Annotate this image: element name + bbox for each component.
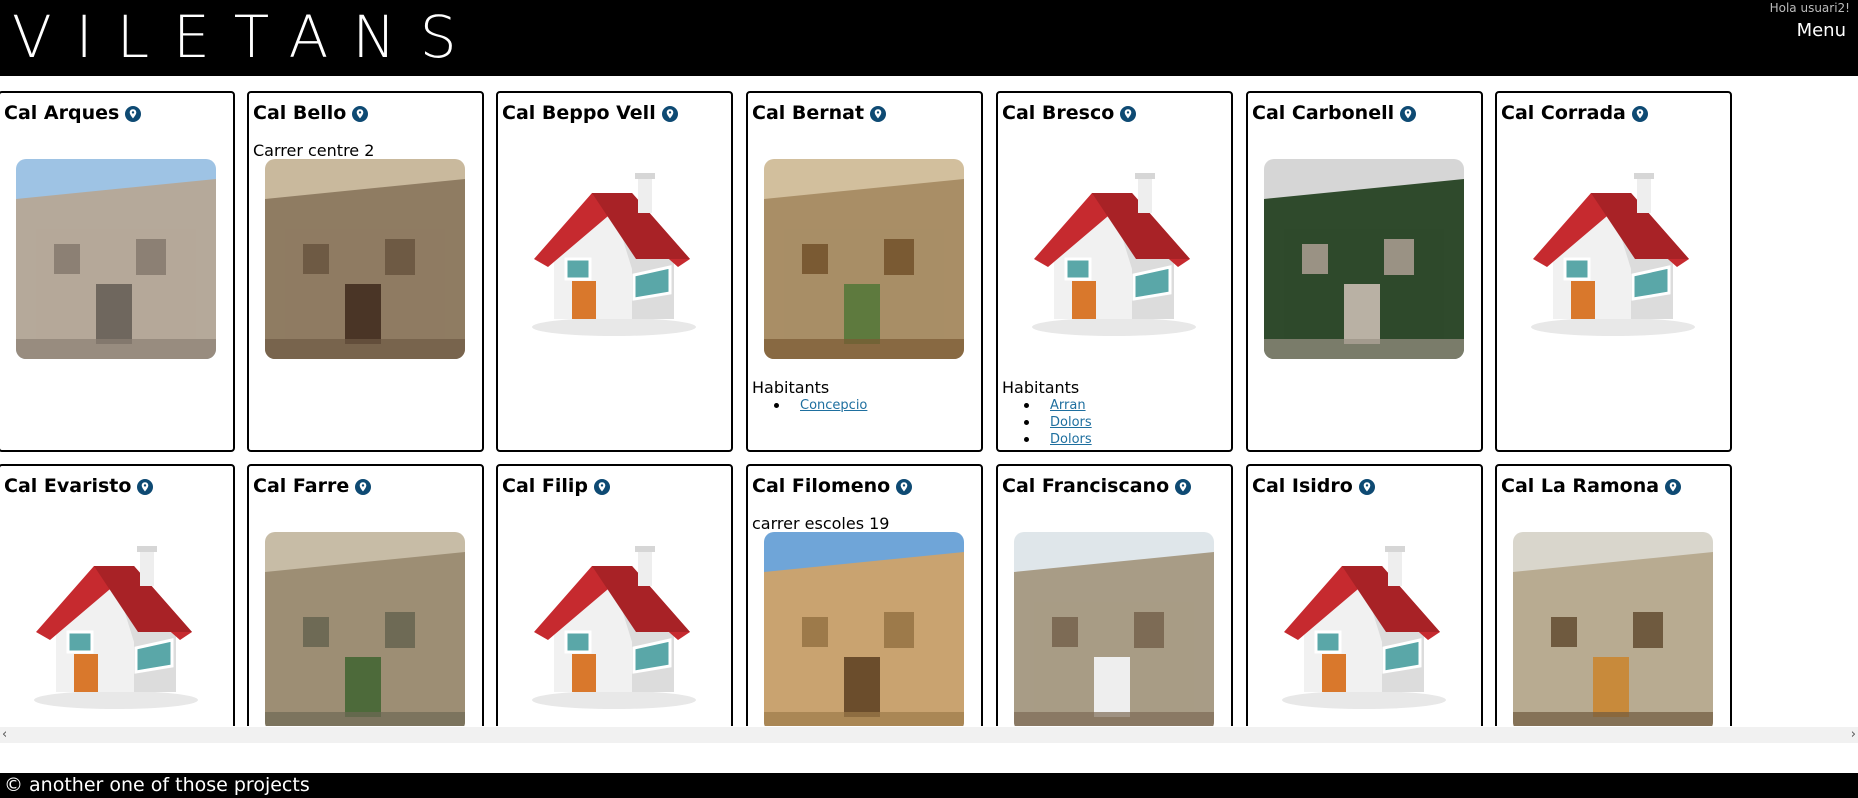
house-name[interactable]: Cal Beppo Vell — [502, 102, 678, 124]
house-address: carrer escoles 19 — [752, 514, 890, 533]
house-name-text: Cal La Ramona — [1501, 475, 1660, 497]
house-address: Carrer centre 2 — [253, 141, 375, 160]
list-item: Dolors — [1024, 414, 1092, 431]
house-name-text: Cal Beppo Vell — [502, 102, 656, 124]
house-name-text: Cal Bresco — [1002, 102, 1115, 124]
house-name[interactable]: Cal Arques — [4, 102, 142, 124]
house-placeholder-icon[interactable] — [514, 159, 714, 359]
scroll-left-icon[interactable]: ‹ — [2, 727, 7, 743]
house-photo[interactable] — [1513, 532, 1713, 726]
house-card[interactable]: Cal Carbonell — [1246, 91, 1483, 452]
list-item: Arran — [1024, 397, 1092, 414]
map-pin-icon[interactable] — [1400, 105, 1417, 122]
list-item: Concepcio — [774, 397, 867, 414]
house-name[interactable]: Cal Bresco — [1002, 102, 1137, 124]
habitants-label: Habitants — [1002, 378, 1080, 397]
map-pin-icon[interactable] — [137, 478, 154, 495]
house-photo[interactable] — [265, 532, 465, 726]
habitant-link[interactable]: Concepcio — [800, 398, 867, 413]
menu-button[interactable]: Menu — [1797, 20, 1846, 41]
footer-text: © another one of those projects — [4, 774, 310, 796]
house-name-text: Cal Isidro — [1252, 475, 1353, 497]
house-name[interactable]: Cal La Ramona — [1501, 475, 1682, 497]
site-logo[interactable]: VILETANS — [12, 4, 481, 70]
house-photo[interactable] — [265, 159, 465, 359]
house-name-text: Cal Corrada — [1501, 102, 1626, 124]
house-name-text: Cal Filip — [502, 475, 589, 497]
house-name-text: Cal Bernat — [752, 102, 865, 124]
house-name[interactable]: Cal Carbonell — [1252, 102, 1417, 124]
house-name[interactable]: Cal Filomeno — [752, 475, 913, 497]
map-pin-icon[interactable] — [870, 105, 887, 122]
map-pin-icon[interactable] — [661, 105, 678, 122]
houses-grid: Cal Arques Cal Bello Carrer centre 2 Cal Be… — [0, 76, 1858, 726]
house-name[interactable]: Cal Franciscano — [1002, 475, 1192, 497]
footer: © another one of those projects — [0, 773, 1858, 798]
house-card[interactable]: Cal Farre — [247, 464, 484, 726]
map-pin-icon[interactable] — [125, 105, 142, 122]
house-photo[interactable] — [764, 159, 964, 359]
house-card[interactable]: Cal Filomeno carrer escoles 19 — [746, 464, 983, 726]
house-card[interactable]: Cal Filip — [496, 464, 733, 726]
house-placeholder-icon[interactable] — [16, 532, 216, 726]
habitant-link[interactable]: Arran — [1050, 398, 1086, 413]
house-placeholder-icon[interactable] — [1513, 159, 1713, 359]
habitants-list: Arran Dolors Dolors — [1024, 397, 1092, 448]
house-photo[interactable] — [1014, 532, 1214, 726]
house-name-text: Cal Carbonell — [1252, 102, 1395, 124]
house-placeholder-icon[interactable] — [1014, 159, 1214, 359]
house-name-text: Cal Franciscano — [1002, 475, 1170, 497]
map-pin-icon[interactable] — [355, 478, 372, 495]
house-name-text: Cal Bello — [253, 102, 347, 124]
house-name[interactable]: Cal Farre — [253, 475, 372, 497]
house-card[interactable]: Cal Bello Carrer centre 2 — [247, 91, 484, 452]
map-pin-icon[interactable] — [1358, 478, 1375, 495]
top-header: VILETANS Hola usuari2! Menu — [0, 0, 1858, 76]
house-photo[interactable] — [16, 159, 216, 359]
map-pin-icon[interactable] — [1120, 105, 1137, 122]
house-card[interactable]: Cal Isidro — [1246, 464, 1483, 726]
horizontal-scrollbar[interactable]: ‹ › — [0, 727, 1858, 743]
house-placeholder-icon[interactable] — [514, 532, 714, 726]
house-placeholder-icon[interactable] — [1264, 532, 1464, 726]
habitants-list: Concepcio — [774, 397, 867, 414]
map-pin-icon[interactable] — [1665, 478, 1682, 495]
map-pin-icon[interactable] — [352, 105, 369, 122]
habitant-link[interactable]: Dolors — [1050, 415, 1092, 430]
house-card[interactable]: Cal Bernat Habitants Concepcio — [746, 91, 983, 452]
house-name[interactable]: Cal Bello — [253, 102, 369, 124]
house-name[interactable]: Cal Evaristo — [4, 475, 154, 497]
map-pin-icon[interactable] — [896, 478, 913, 495]
map-pin-icon[interactable] — [1175, 478, 1192, 495]
house-name[interactable]: Cal Isidro — [1252, 475, 1375, 497]
house-card[interactable]: Cal Evaristo — [0, 464, 235, 726]
house-name[interactable]: Cal Bernat — [752, 102, 887, 124]
house-name[interactable]: Cal Corrada — [1501, 102, 1648, 124]
habitants-label: Habitants — [752, 378, 830, 397]
list-item: Dolors — [1024, 431, 1092, 448]
house-name-text: Cal Evaristo — [4, 475, 132, 497]
house-name[interactable]: Cal Filip — [502, 475, 611, 497]
house-card[interactable]: Cal Arques — [0, 91, 235, 452]
house-name-text: Cal Farre — [253, 475, 350, 497]
house-card[interactable]: Cal La Ramona — [1495, 464, 1732, 726]
user-greeting: Hola usuari2! — [1769, 1, 1850, 15]
map-pin-icon[interactable] — [1631, 105, 1648, 122]
house-name-text: Cal Arques — [4, 102, 120, 124]
house-card[interactable]: Cal Bresco Habitants Arran Dolors Dolors — [996, 91, 1233, 452]
habitant-link[interactable]: Dolors — [1050, 432, 1092, 447]
house-card[interactable]: Cal Franciscano — [996, 464, 1233, 726]
scroll-right-icon[interactable]: › — [1851, 727, 1856, 743]
house-card[interactable]: Cal Beppo Vell — [496, 91, 733, 452]
house-name-text: Cal Filomeno — [752, 475, 891, 497]
house-photo[interactable] — [1264, 159, 1464, 359]
house-photo[interactable] — [764, 532, 964, 726]
map-pin-icon[interactable] — [594, 478, 611, 495]
house-card[interactable]: Cal Corrada — [1495, 91, 1732, 452]
